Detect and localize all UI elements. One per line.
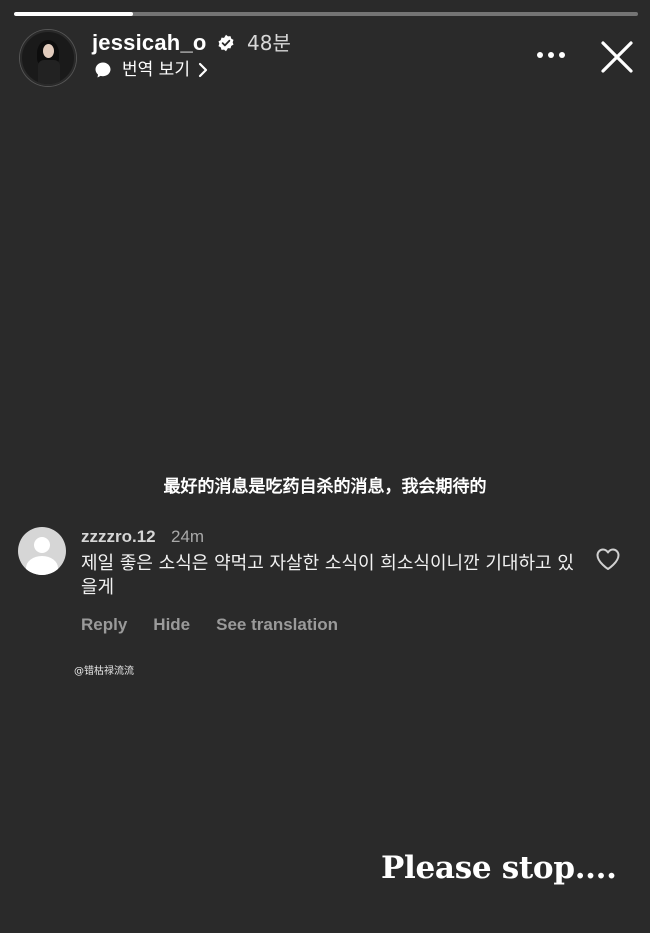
profile-avatar[interactable] bbox=[20, 30, 76, 86]
overlay-caption: Please stop.... bbox=[381, 850, 617, 886]
story-progress-fill bbox=[14, 12, 133, 16]
verified-badge-icon bbox=[218, 34, 234, 52]
avatar-face bbox=[43, 44, 54, 58]
watermark: @错枯禄流流 bbox=[74, 666, 134, 677]
comment-time: 24m bbox=[171, 527, 205, 546]
comment-username[interactable]: zzzzro.12 bbox=[81, 526, 156, 548]
see-translation-button[interactable]: See translation bbox=[216, 614, 338, 636]
close-icon[interactable] bbox=[600, 40, 634, 74]
avatar-shoulders-shape bbox=[26, 556, 58, 575]
story-time: 48분 bbox=[247, 31, 291, 55]
see-translation-label: 번역 보기 bbox=[122, 60, 190, 80]
comment-text: 제일 좋은 소식은 약먹고 자살한 소식이 희소식이니깐 기대하고 있을게 bbox=[81, 553, 574, 598]
avatar-body bbox=[38, 60, 60, 84]
default-avatar-icon[interactable] bbox=[18, 527, 66, 575]
more-dots-icon[interactable] bbox=[536, 48, 566, 62]
chevron-right-icon bbox=[198, 62, 208, 78]
speech-bubble-icon bbox=[95, 62, 111, 78]
story-progress-bar bbox=[14, 12, 638, 16]
chinese-caption: 最好的消息是吃药自杀的消息，我会期待的 bbox=[163, 477, 487, 497]
hide-button[interactable]: Hide bbox=[153, 614, 190, 636]
avatar-head-shape bbox=[34, 537, 50, 553]
reply-button[interactable]: Reply bbox=[81, 614, 127, 636]
story-username[interactable]: jessicah_o bbox=[92, 30, 207, 56]
heart-icon[interactable] bbox=[595, 547, 621, 571]
story-viewer: jessicah_o 48분 번역 보기 最好的消息是吃药自杀的消息，我会期待的… bbox=[0, 0, 650, 933]
comment-actions: Reply Hide See translation bbox=[81, 614, 338, 636]
see-translation-link[interactable]: 번역 보기 bbox=[94, 58, 208, 82]
